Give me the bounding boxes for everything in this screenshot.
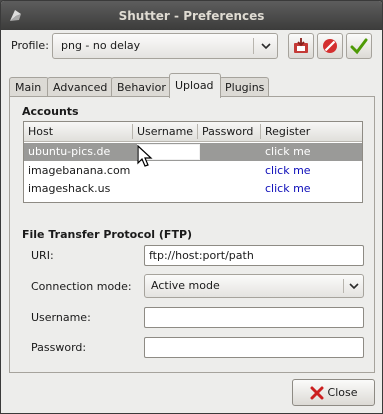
ftp-username-label: Username: (31, 311, 91, 324)
checkmark-icon (350, 38, 368, 55)
profile-select-value: png - no delay (61, 39, 141, 52)
ftp-password-input[interactable] (144, 337, 364, 358)
connection-mode-select[interactable]: Active mode (144, 274, 364, 298)
host-cell: imageshack.us (28, 182, 111, 195)
column-divider (132, 124, 133, 139)
host-cell: imagebanana.com (28, 164, 131, 177)
column-header-password[interactable]: Password (202, 125, 253, 138)
tab-plugins[interactable]: Plugins (219, 77, 269, 97)
tab-behavior-label: Behavior (117, 81, 166, 94)
table-row[interactable]: imagebanana.com click me (24, 162, 362, 180)
apply-profile-button[interactable] (346, 33, 372, 59)
table-row[interactable]: ubuntu-pics.de click me (24, 143, 362, 167)
chevron-down-icon (261, 43, 271, 50)
combo-separator (253, 38, 254, 54)
column-divider (260, 124, 261, 139)
register-link[interactable]: click me (265, 164, 311, 177)
ftp-username-input[interactable] (144, 307, 364, 328)
tab-main-label: Main (15, 81, 42, 94)
uri-label: URI: (31, 249, 54, 262)
tab-upload-label: Upload (175, 79, 214, 92)
upload-panel: Accounts Host Username Password Register… (9, 96, 375, 373)
profile-select[interactable]: png - no delay (52, 33, 278, 59)
tab-advanced-label: Advanced (53, 81, 108, 94)
register-link[interactable]: click me (265, 182, 311, 195)
column-header-host[interactable]: Host (28, 125, 53, 138)
table-header: Host Username Password Register (24, 122, 362, 142)
table-row[interactable]: imageshack.us click me (24, 180, 362, 198)
tab-plugins-label: Plugins (225, 81, 265, 94)
window-title: Shutter - Preferences (118, 8, 265, 23)
tab-main[interactable]: Main (9, 77, 49, 97)
column-header-register[interactable]: Register (265, 125, 310, 138)
ftp-password-label: Password: (31, 341, 87, 354)
ftp-title: File Transfer Protocol (FTP) (22, 228, 193, 241)
close-icon (310, 386, 324, 399)
title-bar[interactable]: Shutter - Preferences (1, 1, 382, 30)
shutter-app-icon[interactable] (8, 8, 23, 23)
connection-mode-value: Active mode (151, 279, 220, 292)
connection-mode-label: Connection mode: (31, 280, 132, 293)
preferences-window: Shutter - Preferences Profile: png - no … (0, 0, 383, 414)
host-cell: ubuntu-pics.de (28, 145, 111, 158)
tab-advanced[interactable]: Advanced (47, 77, 113, 97)
accounts-title: Accounts (22, 105, 79, 118)
chevron-down-icon (349, 283, 359, 290)
accounts-table[interactable]: Host Username Password Register ubuntu-p… (23, 121, 363, 203)
save-profile-button[interactable] (288, 33, 314, 59)
uri-value: ftp://host:port/path (149, 249, 254, 262)
tab-behavior[interactable]: Behavior (111, 77, 171, 97)
tab-upload[interactable]: Upload (169, 73, 221, 98)
column-divider (197, 124, 198, 139)
uri-input[interactable]: ftp://host:port/path (144, 245, 364, 266)
close-button-label: Close (327, 386, 358, 399)
column-header-username[interactable]: Username (137, 125, 193, 138)
register-link[interactable]: click me (265, 145, 311, 158)
save-icon (294, 38, 308, 53)
combo-separator (343, 279, 344, 293)
delete-icon (323, 39, 337, 53)
profile-label: Profile: (11, 39, 49, 52)
close-button[interactable]: Close (292, 379, 375, 406)
profile-row: Profile: png - no delay (11, 33, 373, 61)
mouse-pointer-icon (137, 145, 153, 167)
delete-profile-button[interactable] (317, 33, 343, 59)
